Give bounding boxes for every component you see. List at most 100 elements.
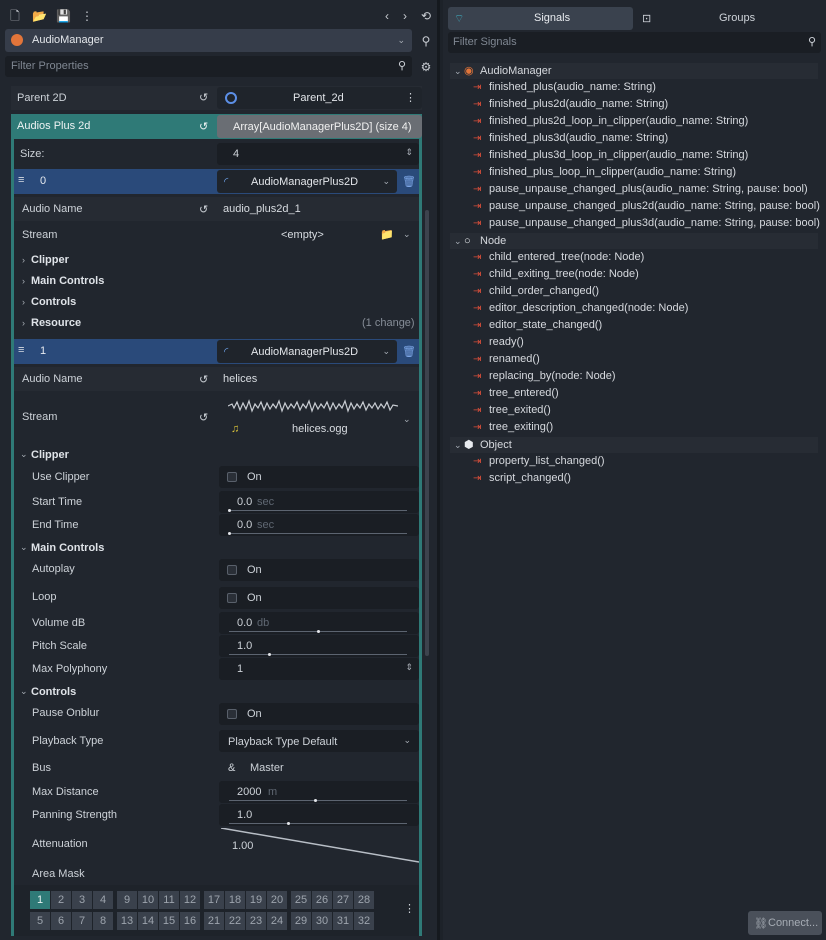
open-folder-icon[interactable]: 📂 [32, 9, 47, 23]
mask-layer-cell[interactable]: 18 [225, 891, 245, 909]
section-controls-1[interactable]: ⌄ Controls [14, 684, 419, 702]
signal-item[interactable]: ⇥ finished_plus2d(audio_name: String) [473, 97, 668, 112]
mask-layer-cell[interactable]: 4 [93, 891, 113, 909]
slider-knob[interactable] [287, 822, 290, 825]
mask-layer-cell[interactable]: 23 [246, 912, 266, 930]
tab-groups[interactable]: ⊡ Groups [636, 7, 821, 30]
item-resource-picker[interactable]: ◜ AudioManagerPlus2D ⌄ [217, 170, 397, 193]
delete-icon[interactable]: 🗑 [402, 345, 416, 358]
chevron-down-icon[interactable]: ⌄ [403, 229, 411, 240]
chevron-down-icon[interactable]: ⌄ [382, 176, 390, 187]
signal-item[interactable]: ⇥ child_order_changed() [473, 284, 599, 299]
max-distance-slider[interactable]: 2000 m [219, 781, 419, 803]
mask-layer-cell[interactable]: 5 [30, 912, 50, 930]
mask-layer-cell[interactable]: 9 [117, 891, 137, 909]
more-vertical-icon[interactable]: ⋮ [80, 9, 94, 23]
mask-layer-cell[interactable]: 14 [138, 912, 158, 930]
signal-item[interactable]: ⇥ pause_unpause_changed_plus3d(audio_name… [473, 216, 820, 231]
stream-empty-value[interactable]: <empty> [281, 229, 324, 241]
inspector-scrollbar[interactable] [425, 210, 429, 656]
signal-item[interactable]: ⇥ finished_plus(audio_name: String) [473, 80, 656, 95]
mask-layer-cell[interactable]: 32 [354, 912, 374, 930]
parent2d-value[interactable]: Parent_2d ⋮ [217, 87, 422, 109]
section-resource-0[interactable]: › Resource (1 change) [14, 315, 419, 333]
new-resource-icon[interactable]: 🗋 [8, 9, 22, 23]
mask-layer-cell[interactable]: 15 [159, 912, 179, 930]
start-time-slider[interactable]: 0.0 sec [219, 491, 419, 513]
section-clipper-1[interactable]: ⌄ Clipper [14, 447, 419, 465]
mask-layer-cell[interactable]: 19 [246, 891, 266, 909]
signal-item[interactable]: ⇥ property_list_changed() [473, 454, 605, 469]
signal-item[interactable]: ⇥ renamed() [473, 352, 540, 367]
pause-onblur-checkbox[interactable]: On [219, 703, 419, 725]
signal-item[interactable]: ⇥ finished_plus3d(audio_name: String) [473, 131, 668, 146]
drag-handle-icon[interactable]: ≡ [18, 174, 24, 186]
autoplay-checkbox[interactable]: On [219, 559, 419, 581]
mask-layer-cell[interactable]: 2 [51, 891, 71, 909]
save-icon[interactable]: 💾 [56, 9, 71, 23]
section-main-controls-0[interactable]: › Main Controls [14, 273, 419, 291]
mask-layer-cell[interactable]: 24 [267, 912, 287, 930]
mask-layer-cell[interactable]: 29 [291, 912, 311, 930]
section-clipper-0[interactable]: › Clipper [14, 252, 419, 270]
mask-layer-cell[interactable]: 27 [333, 891, 353, 909]
slider-knob[interactable] [314, 799, 317, 802]
mask-layer-cell[interactable]: 7 [72, 912, 92, 930]
delete-icon[interactable]: 🗑 [402, 175, 416, 188]
signal-item[interactable]: ⇥ pause_unpause_changed_plus2d(audio_name… [473, 199, 820, 214]
more-vertical-icon[interactable]: ⋮ [405, 91, 416, 104]
signal-item[interactable]: ⇥ tree_entered() [473, 386, 559, 401]
signal-item[interactable]: ⇥ editor_description_changed(node: Node) [473, 301, 688, 316]
mask-layer-cell[interactable]: 8 [93, 912, 113, 930]
signal-item[interactable]: ⇥ script_changed() [473, 471, 571, 486]
more-vertical-icon[interactable]: ⋮ [404, 902, 415, 915]
node-selector[interactable]: AudioManager ⌄ [5, 29, 412, 52]
revert-icon[interactable]: ↺ [199, 120, 208, 133]
mask-layer-cell[interactable]: 11 [159, 891, 179, 909]
slider-knob[interactable] [317, 630, 320, 633]
bus-selector[interactable]: & Master [219, 757, 419, 779]
mask-layer-cell[interactable]: 12 [180, 891, 200, 909]
stream-file-name[interactable]: helices.ogg [292, 423, 348, 435]
signal-item[interactable]: ⇥ pause_unpause_changed_plus(audio_name: … [473, 182, 808, 197]
history-back-icon[interactable]: ‹ [380, 9, 394, 23]
mask-layer-cell[interactable]: 6 [51, 912, 71, 930]
object-history-icon[interactable]: ⟲ [419, 9, 433, 23]
volume-slider[interactable]: 0.0 db [219, 612, 419, 634]
signal-item[interactable]: ⇥ finished_plus2d_loop_in_clipper(audio_n… [473, 114, 748, 129]
mask-layer-cell[interactable]: 16 [180, 912, 200, 930]
panning-slider[interactable]: 1.0 [219, 804, 419, 826]
use-clipper-checkbox[interactable]: On [219, 466, 419, 488]
signal-item[interactable]: ⇥ ready() [473, 335, 524, 350]
connect-button[interactable]: ⛓ Connect... [748, 911, 822, 935]
mask-layer-cell[interactable]: 17 [204, 891, 224, 909]
mask-layer-cell[interactable]: 31 [333, 912, 353, 930]
mask-layer-cell[interactable]: 30 [312, 912, 332, 930]
chevron-down-icon[interactable]: ⌄ [403, 414, 411, 425]
max-polyphony-spinbox[interactable]: 1 ⇕ [219, 658, 419, 680]
signal-item[interactable]: ⇥ child_entered_tree(node: Node) [473, 250, 644, 265]
waveform-preview[interactable] [228, 398, 398, 414]
array-toggle-button[interactable]: Array[AudioManagerPlus2D] (size 4) [217, 115, 422, 138]
revert-icon[interactable]: ↺ [199, 91, 208, 104]
filter-properties-input[interactable]: Filter Properties ⚲ [5, 56, 412, 77]
end-time-slider[interactable]: 0.0 sec [219, 514, 419, 536]
pitch-slider[interactable]: 1.0 [219, 635, 419, 657]
mask-layer-cell[interactable]: 25 [291, 891, 311, 909]
playback-type-dropdown[interactable]: Playback Type Default ⌄ [219, 730, 419, 752]
item-resource-picker[interactable]: ◜ AudioManagerPlus2D ⌄ [217, 340, 397, 363]
revert-icon[interactable]: ↺ [199, 203, 208, 216]
mask-layer-cell[interactable]: 3 [72, 891, 92, 909]
section-controls-0[interactable]: › Controls [14, 294, 419, 312]
spin-arrows-icon[interactable]: ⇕ [405, 147, 413, 158]
spin-arrows-icon[interactable]: ⇕ [405, 662, 413, 673]
mask-layer-cell[interactable]: 28 [354, 891, 374, 909]
signal-item[interactable]: ⇥ child_exiting_tree(node: Node) [473, 267, 639, 282]
revert-icon[interactable]: ↺ [199, 411, 208, 424]
audio-name-value[interactable]: audio_plus2d_1 [223, 203, 301, 215]
signal-item[interactable]: ⇥ tree_exiting() [473, 420, 553, 435]
signal-item[interactable]: ⇥ tree_exited() [473, 403, 551, 418]
chevron-down-icon[interactable]: ⌄ [382, 346, 390, 357]
signal-item[interactable]: ⇥ editor_state_changed() [473, 318, 602, 333]
node-doc-icon[interactable]: ⚲ [419, 34, 433, 48]
